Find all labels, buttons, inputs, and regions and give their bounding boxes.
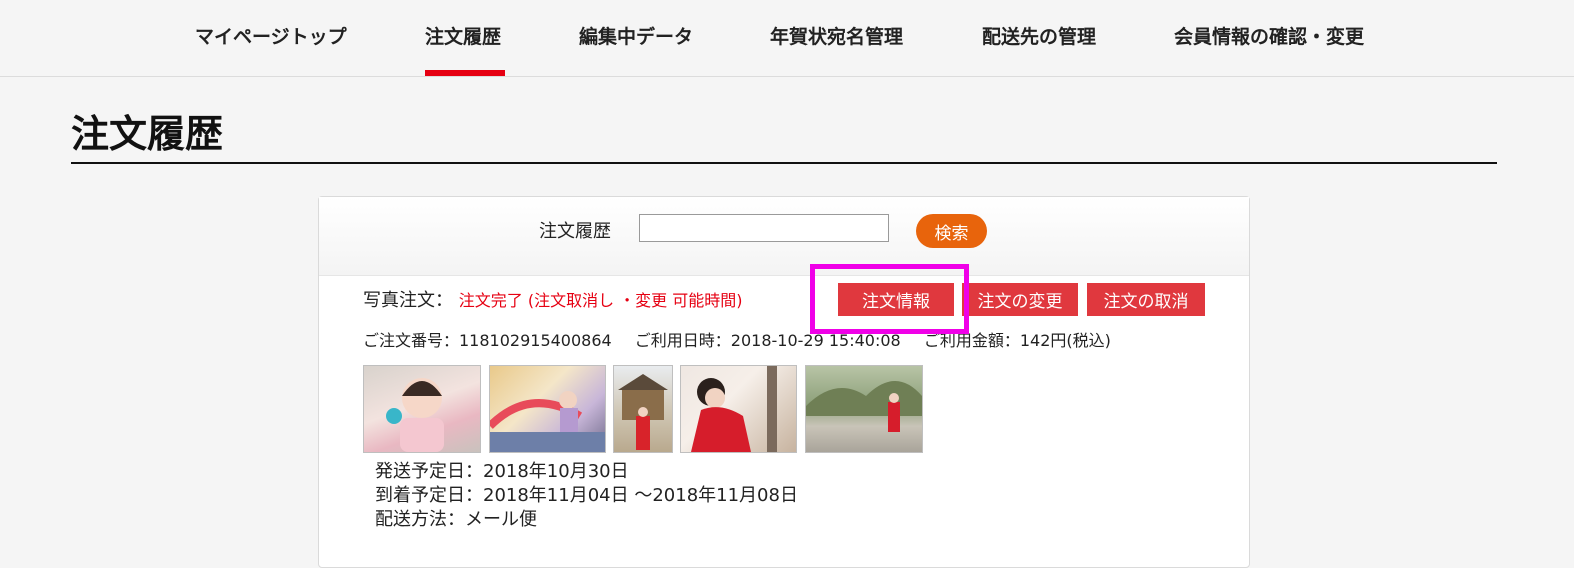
search-label: 注文履歴: [539, 221, 611, 242]
top-navigation: マイページトップ 注文履歴 編集中データ 年賀状宛名管理 配送先の管理 会員情報…: [0, 0, 1574, 77]
garden-photo-icon: [806, 381, 922, 432]
nav-delivery-address[interactable]: 配送先の管理: [982, 22, 1096, 49]
order-status-row: 写真注文： 注文完了 (注文取消し ・変更 可能時間): [363, 286, 742, 312]
baby-photo-icon: [386, 378, 444, 452]
nav-order-history[interactable]: 注文履歴: [425, 22, 501, 49]
playground-photo-thumbnail[interactable]: [487, 365, 606, 453]
order-history-panel: 注文履歴 検索 写真注文： 注文完了 (注文取消し ・変更 可能時間) 注文情報…: [318, 196, 1250, 568]
kimono-girl-photo-thumbnail[interactable]: [680, 365, 797, 453]
shipping-info: 発送予定日：2018年10月30日 到着予定日：2018年11月04日 ～201…: [375, 460, 798, 532]
search-button[interactable]: 検索: [916, 214, 987, 248]
nav-nenga-address[interactable]: 年賀状宛名管理: [770, 22, 903, 49]
garden-photo-thumbnail[interactable]: [805, 365, 923, 453]
order-date: ご利用日時：2018-10-29 15:40:08: [634, 331, 901, 350]
ship-method: 配送方法：メール便: [375, 509, 537, 530]
search-bar: 注文履歴 検索: [319, 197, 1249, 276]
nav-mypage-top[interactable]: マイページトップ: [195, 22, 347, 49]
order-cancel-button[interactable]: 注文の取消: [1087, 283, 1205, 316]
page-title: 注文履歴: [71, 112, 224, 156]
baby-photo-thumbnail[interactable]: [363, 365, 481, 453]
playground-photo-icon: [487, 391, 605, 452]
order-details-line: ご注文番号：118102915400864 ご利用日時：2018-10-29 1…: [363, 327, 1129, 351]
search-input[interactable]: [639, 214, 889, 242]
order-number: ご注文番号：118102915400864: [363, 331, 612, 350]
kimono-girl-photo-icon: [691, 366, 777, 452]
order-type-label: 写真注文：: [363, 290, 453, 311]
nav-editing-data[interactable]: 編集中データ: [579, 22, 693, 49]
order-info-button[interactable]: 注文情報: [838, 283, 954, 316]
order-status-text: 注文完了 (注文取消し ・変更 可能時間): [458, 291, 743, 310]
order-amount: ご利用金額：142円(税込): [923, 331, 1111, 350]
arrival-date: 到着予定日：2018年11月04日 ～2018年11月08日: [375, 485, 798, 506]
shrine-photo-thumbnail[interactable]: [613, 365, 673, 453]
shrine-photo-icon: [618, 374, 668, 450]
ship-date: 発送予定日：2018年10月30日: [375, 461, 629, 482]
active-tab-indicator: [425, 70, 505, 76]
nav-member-info[interactable]: 会員情報の確認・変更: [1174, 22, 1364, 49]
order-change-button[interactable]: 注文の変更: [962, 283, 1078, 316]
title-divider: [71, 162, 1497, 164]
